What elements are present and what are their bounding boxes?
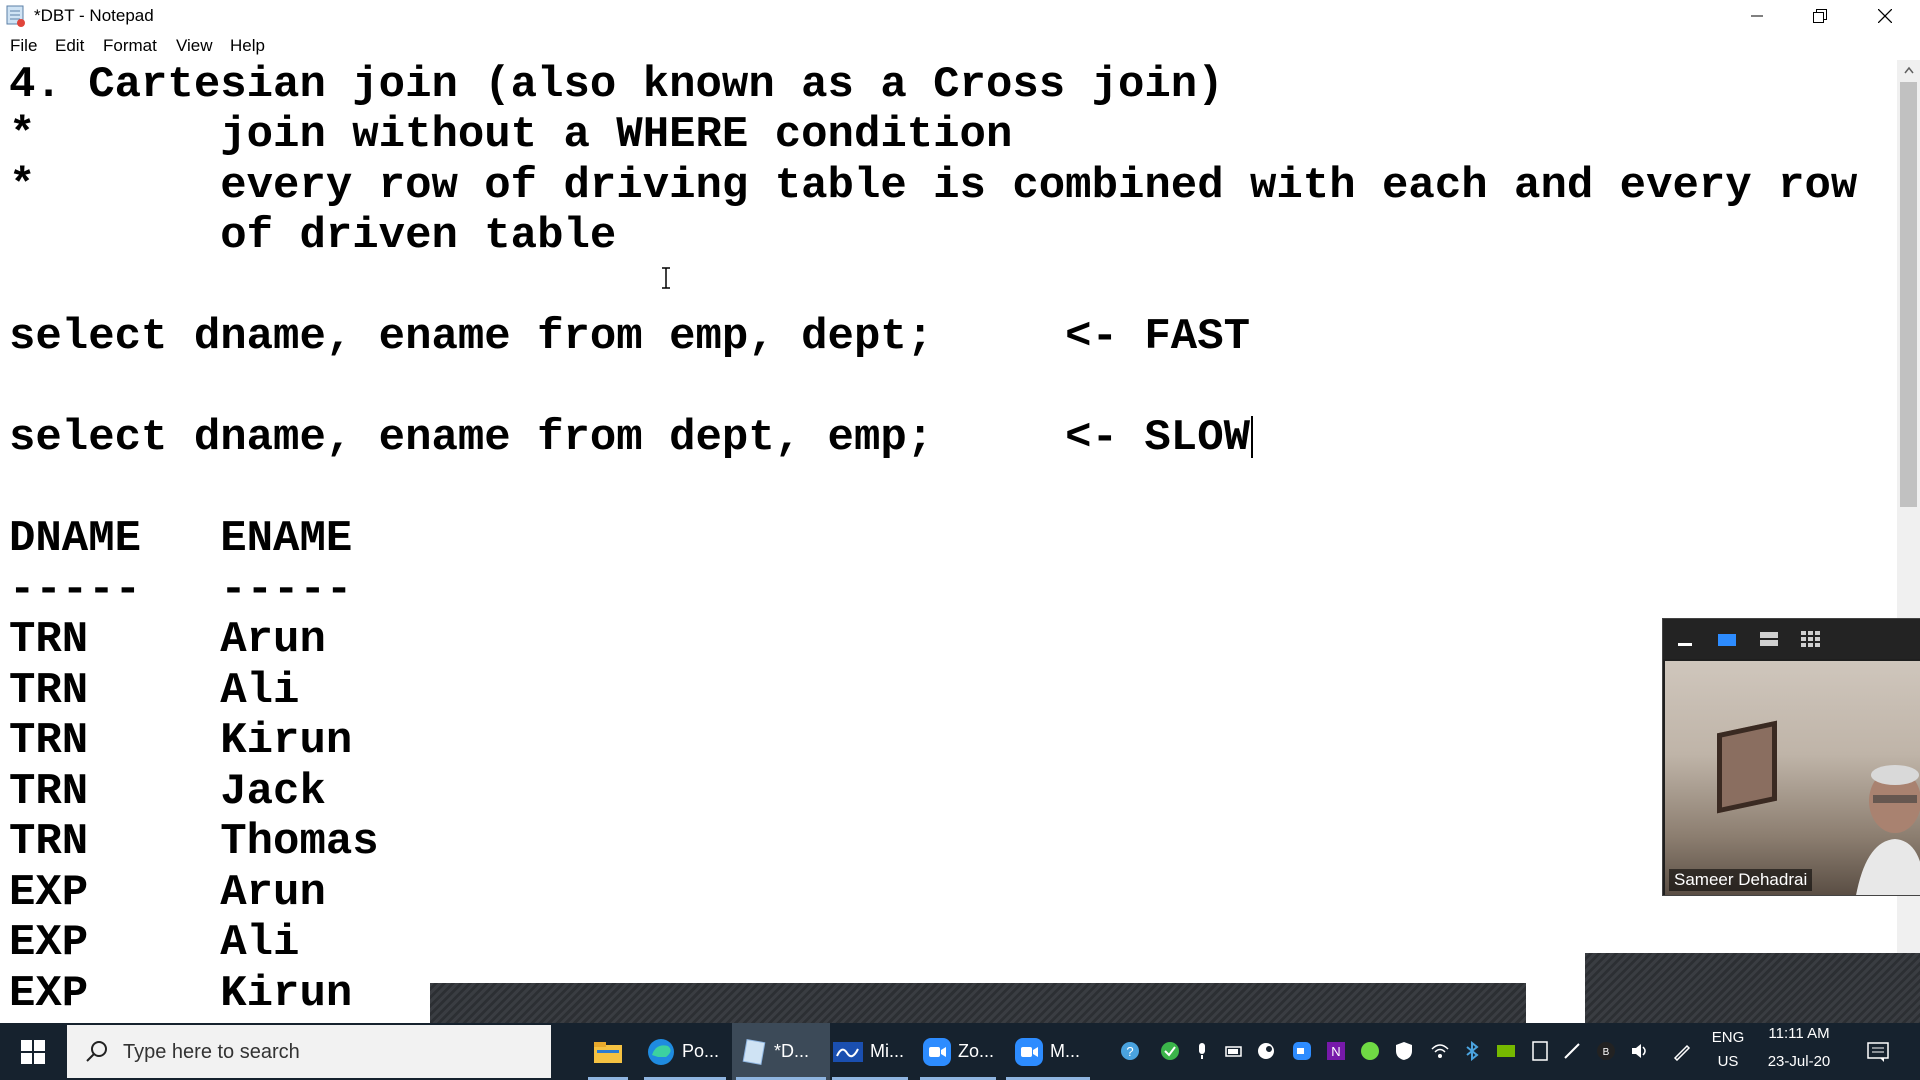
taskbar-app-edge[interactable]: Po...	[640, 1023, 730, 1080]
wall-picture	[1717, 720, 1777, 814]
clock-date[interactable]: 23-Jul-20	[1760, 1053, 1838, 1070]
editor-line: TRN Jack	[9, 767, 326, 817]
screen-share-overlay	[430, 983, 1526, 1023]
window-title: *DBT - Notepad	[34, 6, 154, 25]
editor-line: EXP Kirun	[9, 969, 353, 1019]
zoom-tray-icon[interactable]	[1292, 1041, 1312, 1061]
notification-center-icon[interactable]	[1866, 1041, 1890, 1063]
menu-bar: File Edit Format View Help	[0, 32, 1920, 61]
gallery-view-icon[interactable]	[1799, 629, 1823, 649]
menu-edit[interactable]: Edit	[55, 36, 84, 56]
minimize-video-icon[interactable]	[1673, 629, 1697, 649]
minimize-button[interactable]	[1728, 0, 1786, 32]
participant-name: Sameer Dehadrai	[1669, 869, 1813, 891]
tablet-icon[interactable]	[1530, 1041, 1550, 1061]
bitdefender-icon[interactable]: B	[1596, 1041, 1616, 1061]
taskbar-app-whiteboard[interactable]: Mi...	[828, 1023, 912, 1080]
speaker-view-icon[interactable]	[1715, 629, 1739, 649]
editor-line: ----- -----	[9, 565, 353, 615]
editor-line: EXP Arun	[9, 868, 326, 918]
whiteboard-icon	[833, 1041, 863, 1062]
shield-icon[interactable]	[1394, 1041, 1414, 1061]
editor-line: TRN Kirun	[9, 716, 353, 766]
language-indicator[interactable]: ENG	[1710, 1029, 1746, 1046]
taskbar-app-notepad[interactable]: *D...	[732, 1023, 830, 1080]
clock-time[interactable]: 11:11 AM	[1760, 1025, 1838, 1042]
taskbar-app-file-explorer[interactable]	[584, 1023, 632, 1080]
chevron-up-icon	[1903, 66, 1914, 74]
taskbar: Type here to search Po... *D... Mi... Zo…	[0, 1023, 1920, 1080]
ibeam-cursor-icon	[660, 266, 672, 295]
onenote-icon[interactable]: N	[1326, 1041, 1346, 1061]
title-bar: *DBT - Notepad	[0, 0, 1920, 32]
microphone-icon[interactable]	[1192, 1041, 1212, 1061]
svg-text:?: ?	[1126, 1044, 1133, 1059]
video-toolbar	[1663, 619, 1920, 659]
editor-line: TRN Thomas	[9, 817, 379, 867]
screen-share-overlay-right	[1585, 953, 1920, 1023]
menu-view[interactable]: View	[176, 36, 213, 56]
close-icon	[1878, 9, 1892, 23]
steam-icon[interactable]	[1256, 1041, 1276, 1061]
minimize-icon	[1751, 15, 1763, 17]
zoom-meeting-icon	[1015, 1037, 1043, 1066]
security-check-icon[interactable]	[1160, 1041, 1180, 1061]
battery-icon[interactable]	[1224, 1041, 1244, 1061]
text-editor[interactable]: 4. Cartesian join (also known as a Cross…	[0, 60, 1897, 1022]
restore-button[interactable]	[1791, 0, 1849, 32]
bluetooth-icon[interactable]	[1462, 1041, 1482, 1061]
editor-line-text: select dname, ename from dept, emp; <- S…	[9, 413, 1251, 463]
text-caret	[1251, 416, 1254, 459]
nvidia-icon[interactable]	[1496, 1041, 1516, 1061]
start-button[interactable]	[0, 1023, 66, 1080]
svg-text:B: B	[1603, 1047, 1610, 1058]
taskbar-app-label: M...	[1050, 1041, 1080, 1061]
editor-line: TRN Ali	[9, 666, 300, 716]
taskbar-app-label: Zo...	[958, 1041, 995, 1061]
scroll-thumb[interactable]	[1900, 82, 1917, 507]
strip-view-icon[interactable]	[1757, 629, 1781, 649]
editor-line: TRN Arun	[9, 615, 326, 665]
editor-line: of driven table	[9, 211, 617, 261]
editor-line: select dname, ename from emp, dept; <- F…	[9, 312, 1251, 362]
upwork-icon[interactable]	[1360, 1041, 1380, 1061]
participant-silhouette	[1845, 761, 1920, 895]
notepad-icon	[742, 1038, 766, 1065]
taskbar-app-label: Po...	[682, 1041, 720, 1061]
notepad-icon[interactable]	[6, 5, 26, 27]
pen-icon[interactable]	[1562, 1041, 1582, 1061]
zoom-icon	[923, 1037, 951, 1066]
search-icon	[86, 1041, 107, 1062]
taskbar-app-label: *D...	[774, 1041, 810, 1061]
volume-icon[interactable]	[1630, 1041, 1650, 1061]
editor-line: EXP Ali	[9, 918, 300, 968]
editor-line: DNAME ENAME	[9, 514, 353, 564]
video-panel[interactable]: Sameer Dehadrai	[1662, 618, 1920, 896]
wifi-icon[interactable]	[1430, 1041, 1450, 1061]
search-placeholder: Type here to search	[123, 1041, 300, 1063]
help-icon[interactable]: ?	[1120, 1041, 1140, 1061]
participant-video: Sameer Dehadrai	[1665, 661, 1920, 895]
editor-line: 4. Cartesian join (also known as a Cross…	[9, 60, 1224, 110]
editor-line: * join without a WHERE condition	[9, 110, 1013, 160]
editor-line-current: select dname, ename from dept, emp; <- S…	[9, 413, 1254, 463]
region-indicator[interactable]: US	[1710, 1053, 1746, 1070]
svg-text:N: N	[1331, 1044, 1340, 1059]
taskbar-search[interactable]: Type here to search	[67, 1025, 551, 1078]
restore-icon	[1813, 9, 1827, 23]
taskbar-app-zoom-meeting[interactable]: M...	[1002, 1023, 1094, 1080]
taskbar-app-label: Mi...	[870, 1041, 904, 1061]
pen-workspace-icon[interactable]	[1672, 1041, 1692, 1061]
editor-line: * every row of driving table is combined…	[9, 161, 1858, 211]
taskbar-app-zoom[interactable]: Zo...	[916, 1023, 1000, 1080]
menu-format[interactable]: Format	[103, 36, 157, 56]
close-button[interactable]	[1856, 0, 1914, 32]
menu-file[interactable]: File	[10, 36, 37, 56]
scroll-up-button[interactable]	[1897, 60, 1920, 80]
edge-icon	[648, 1038, 674, 1065]
menu-help[interactable]: Help	[230, 36, 265, 56]
windows-icon	[21, 1039, 45, 1064]
file-explorer-icon	[594, 1041, 622, 1063]
